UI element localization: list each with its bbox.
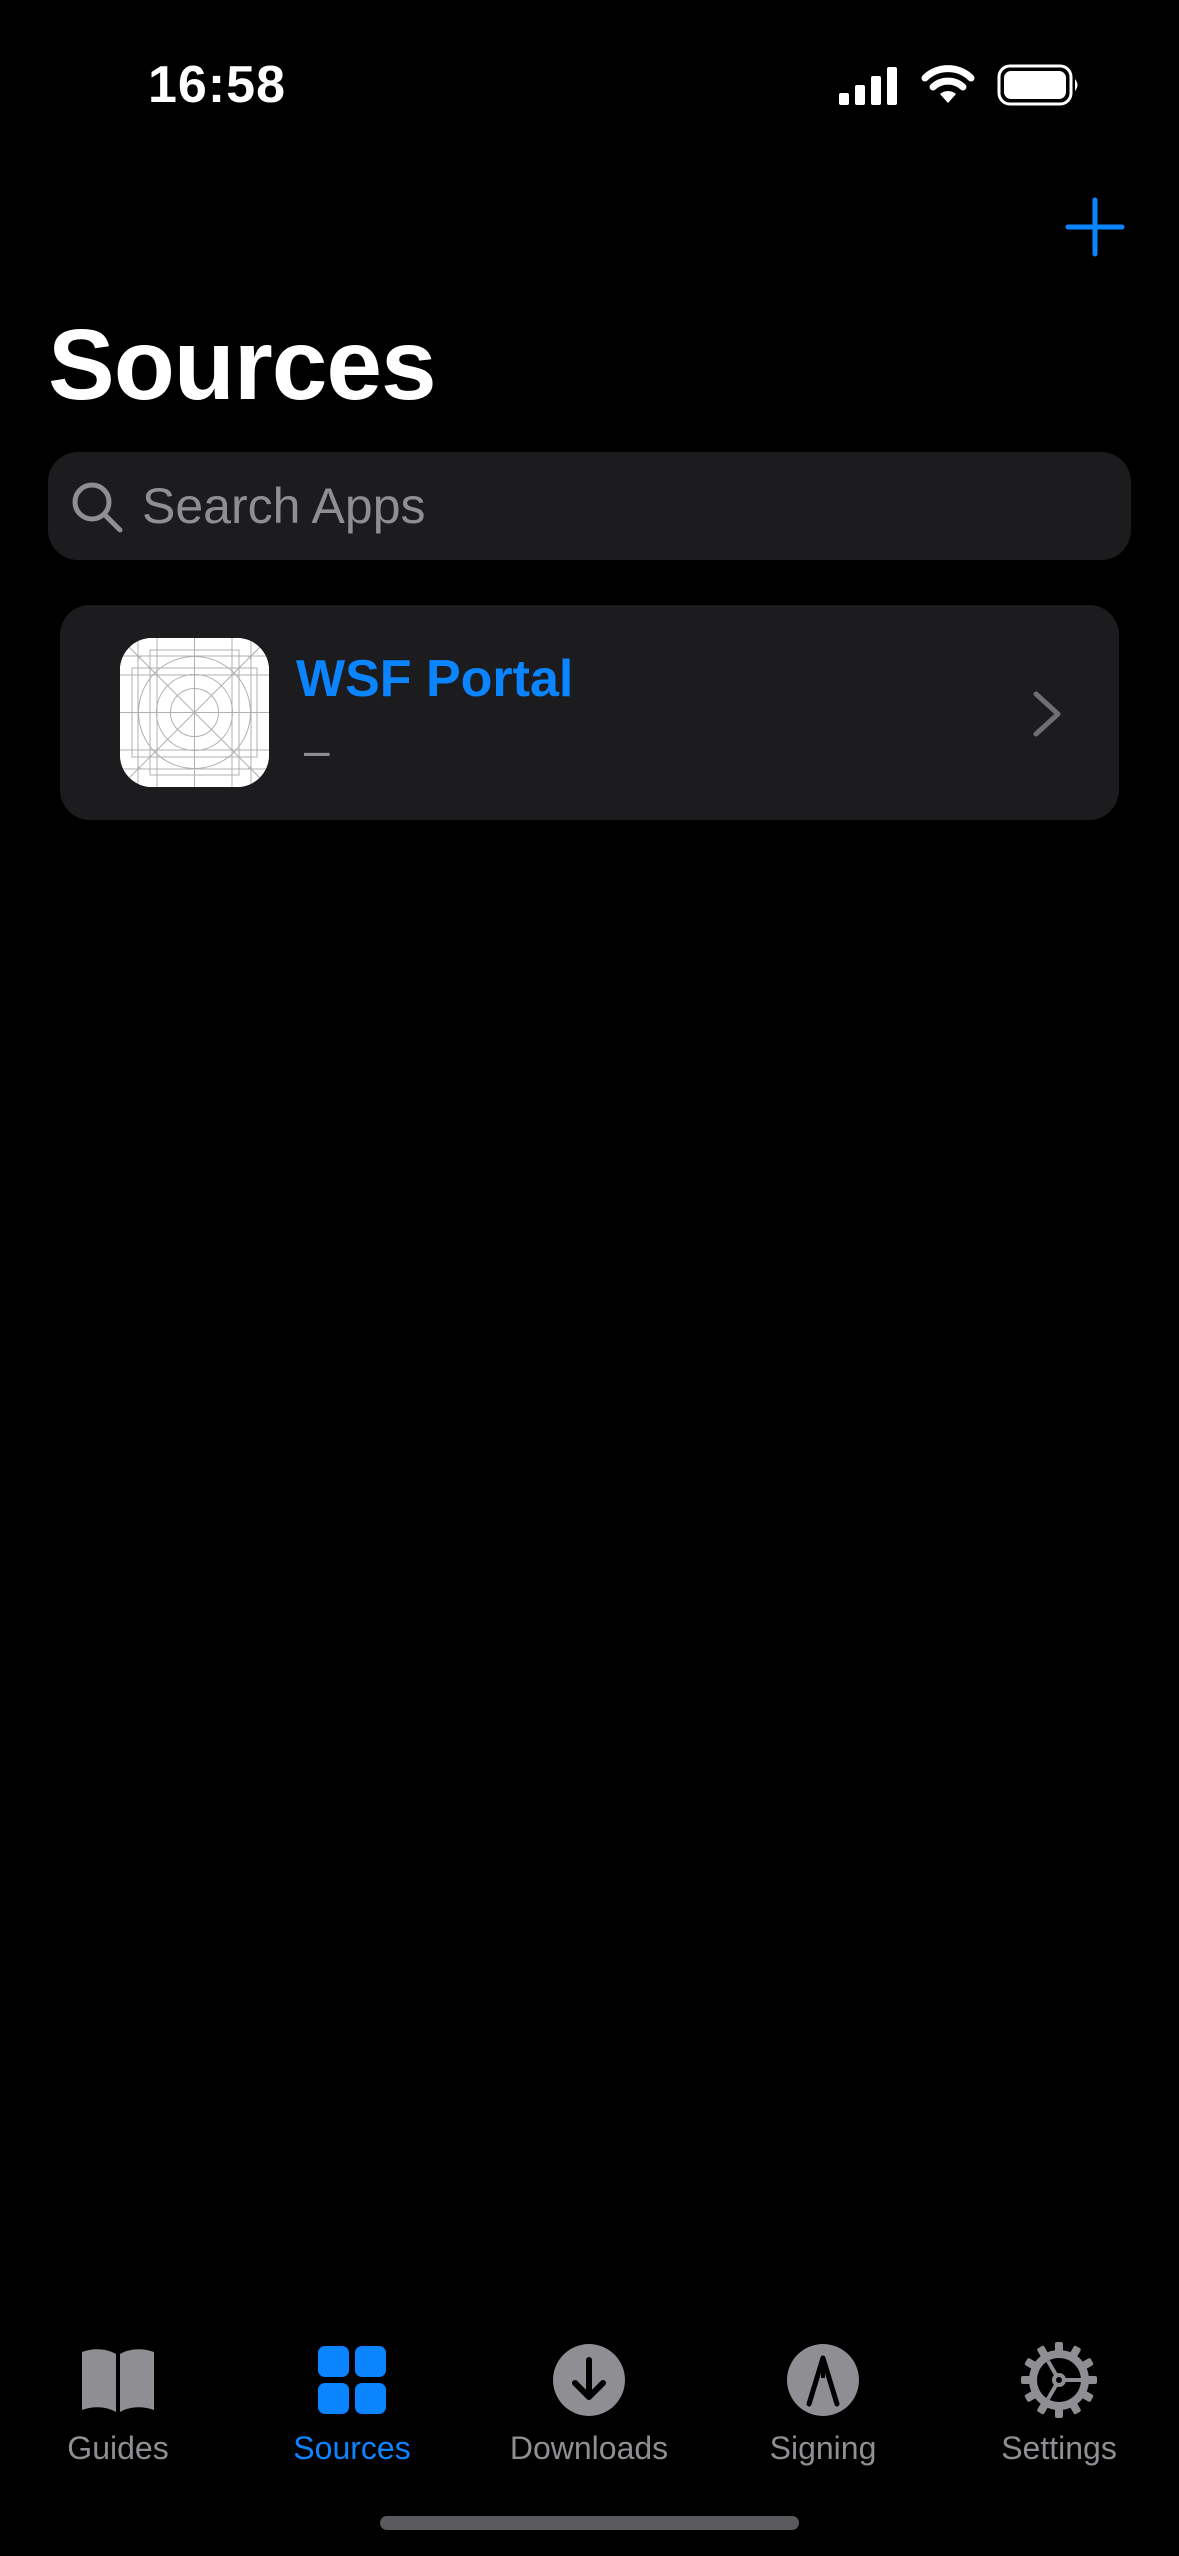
add-source-button[interactable] <box>1064 196 1126 258</box>
tab-sources[interactable]: Sources <box>252 2320 452 2470</box>
source-row-wsf-portal[interactable]: WSF Portal – <box>60 605 1119 820</box>
tab-settings[interactable]: Settings <box>959 2320 1159 2470</box>
home-indicator <box>380 2516 799 2530</box>
tab-label: Sources <box>293 2430 411 2466</box>
page-title: Sources <box>48 309 437 421</box>
tab-signing[interactable]: Signing <box>723 2320 923 2470</box>
status-time: 16:58 <box>148 56 286 114</box>
tab-guides[interactable]: Guides <box>18 2320 218 2470</box>
status-icons <box>839 64 1081 106</box>
grid-icon <box>318 2346 386 2414</box>
battery-icon <box>997 64 1078 106</box>
download-icon <box>553 2344 625 2416</box>
signing-icon <box>787 2344 859 2416</box>
chevron-right-icon <box>1033 691 1061 737</box>
search-bar[interactable] <box>48 452 1131 560</box>
gear-icon <box>1021 2342 1097 2418</box>
tab-label: Guides <box>67 2430 169 2466</box>
search-input[interactable] <box>142 452 1102 560</box>
tab-label: Settings <box>1001 2430 1117 2466</box>
tab-downloads[interactable]: Downloads <box>489 2320 689 2470</box>
cellular-signal-icon <box>839 67 897 105</box>
tab-label: Signing <box>769 2430 877 2466</box>
source-name: WSF Portal <box>296 650 574 708</box>
app-icon-placeholder <box>120 638 269 787</box>
status-bar: 16:58 <box>0 0 1179 170</box>
search-icon <box>72 482 123 533</box>
tab-label: Downloads <box>509 2430 669 2466</box>
wifi-icon <box>921 65 975 103</box>
book-icon <box>82 2349 154 2412</box>
source-subtitle: – <box>304 724 330 776</box>
